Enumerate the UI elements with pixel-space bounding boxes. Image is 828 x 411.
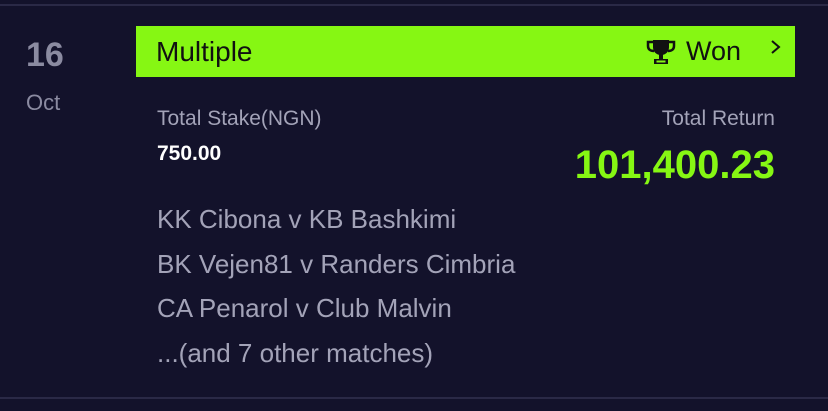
match-item: CA Penarol v Club Malvin: [157, 293, 452, 323]
bet-status: Won: [646, 36, 783, 67]
bet-date-month: Oct: [26, 90, 61, 115]
trophy-icon: [646, 39, 676, 64]
total-stake-value: 750.00: [157, 142, 222, 165]
match-item: KK Cibona v KB Bashkimi: [157, 204, 457, 234]
bet-header-bar[interactable]: Multiple Won: [136, 26, 795, 77]
total-stake-label: Total Stake(NGN): [157, 107, 322, 130]
total-return-label: Total Return: [661, 107, 775, 130]
bet-type-label: Multiple: [156, 35, 253, 67]
bet-date-day: 16: [26, 36, 64, 74]
more-matches-item: ...(and 7 other matches): [157, 337, 434, 368]
match-item: BK Vejen81 v Randers Cimbria: [157, 248, 516, 279]
total-return-value: 101,400.23: [574, 143, 775, 187]
top-divider: [0, 4, 828, 6]
bottom-divider: [0, 397, 828, 399]
match-list: KK Cibona v KB Bashkimi BK Vejen81 v Ran…: [157, 202, 515, 380]
status-won-label: Won: [685, 36, 741, 66]
bet-history-card[interactable]: 16 Oct Multiple Won Total Stake(NGN) 750…: [0, 0, 828, 411]
chevron-right-icon[interactable]: [769, 38, 783, 56]
